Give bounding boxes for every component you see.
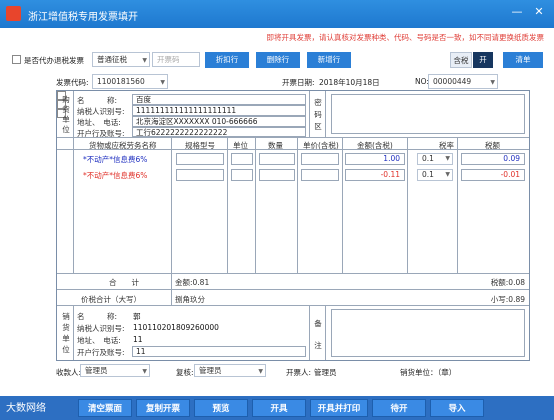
col-tax: 税额	[485, 141, 500, 150]
buyer-side-label: 购货单位	[62, 95, 70, 134]
chevron-down-icon: ▼	[445, 155, 450, 162]
notice-text: 即将开具发票，请认真核对发票种类、代码、号码是否一致，如不同请更换纸质发票	[266, 33, 545, 42]
drawer-value: 管理员	[314, 368, 337, 377]
price-field[interactable]	[301, 169, 339, 181]
spec-field[interactable]	[176, 169, 224, 181]
close-button[interactable]: ✕	[532, 5, 546, 19]
grand-total-label: 价税合计（大写）	[81, 295, 141, 304]
seller-addr-value: 11	[133, 335, 143, 344]
remark-label: 备注	[314, 319, 322, 350]
grand-total-upper: 捌角玖分	[175, 295, 205, 304]
unit-field[interactable]	[231, 153, 253, 165]
tax-rate-select[interactable]: 0.1 ▼	[417, 153, 453, 165]
clear-list-button[interactable]: 清单	[503, 52, 543, 68]
seller-side-label: 销货单位	[62, 312, 70, 354]
col-price: 单价(含税)	[303, 141, 339, 150]
minimize-button[interactable]: —	[510, 5, 524, 19]
total-label: 合 计	[109, 278, 139, 287]
date-value: 2018年10月18日	[319, 78, 380, 87]
spec-field[interactable]	[176, 153, 224, 165]
pending-button[interactable]: 待开	[372, 399, 426, 417]
code-label: 发票代码:	[56, 78, 89, 87]
seller-taxid-value: 110110201809260000	[133, 323, 219, 332]
reviewer-label: 复核:	[176, 368, 194, 377]
chevron-down-icon: ▼	[490, 79, 495, 86]
total-tax: 税额:0.08	[490, 278, 525, 287]
chevron-down-icon: ▼	[160, 79, 165, 86]
qty-field[interactable]	[259, 153, 295, 165]
item-name[interactable]: *不动产*信息费6%	[83, 154, 147, 165]
buyer-taxid-field[interactable]: 111111111111111111111	[132, 105, 306, 116]
payee-select[interactable]: 管理员 ▼	[80, 364, 150, 377]
seller-bank-label: 开户行及账号:	[77, 348, 125, 357]
chevron-down-icon: ▼	[142, 57, 147, 64]
seller-addr-label: 地址、 电话:	[77, 336, 121, 345]
tax-field[interactable]: 0.09	[461, 153, 525, 165]
qty-field[interactable]	[259, 169, 295, 181]
col-unit: 单位	[233, 141, 248, 150]
seller-name-value: 郭	[133, 312, 141, 321]
substitute-label: 是否代办退税发票	[24, 56, 84, 65]
issue-print-button[interactable]: 开具并打印	[310, 399, 368, 417]
buyer-addr-field[interactable]: 北京海淀区XXXXXXX 010-666666	[132, 116, 306, 127]
grand-total-lower: 小写:0.89	[490, 295, 525, 304]
footer-bar: 大数网络 清空票面 复制开票 预览 开具 开具并打印 待开 导入	[0, 396, 554, 420]
amount-field[interactable]: -0.11	[345, 169, 405, 181]
cipher-area	[331, 94, 525, 134]
delete-row-button[interactable]: 删除行	[256, 52, 300, 68]
buyer-bank-field[interactable]: 工行6222222222222222	[132, 127, 306, 137]
amount-field[interactable]: 1.00	[345, 153, 405, 165]
issue-button[interactable]: 开具	[252, 399, 306, 417]
buyer-name-label: 名 称:	[77, 96, 118, 105]
drawer-label: 开票人:	[286, 368, 312, 377]
invoice-form: 购货单位 名 称: 百度 纳税人识别号: 1111111111111111111…	[56, 90, 530, 361]
cipher-label: 密码区	[314, 98, 322, 131]
substitute-checkbox[interactable]	[12, 55, 21, 64]
tax-type-select[interactable]: 普通征税 ▼	[92, 52, 150, 67]
date-label: 开票日期:	[282, 78, 315, 87]
add-row-button[interactable]: 新增行	[307, 52, 351, 68]
price-field[interactable]	[301, 153, 339, 165]
invoice-code-input[interactable]: 开票码	[152, 52, 200, 67]
seller-seal: 销货单位：（章）	[400, 368, 457, 377]
seller-bank-field[interactable]: 11	[132, 346, 306, 357]
total-amount: 金额:0.81	[175, 278, 210, 287]
buyer-bank-label: 开户行及账号:	[77, 129, 125, 138]
unit-field[interactable]	[231, 169, 253, 181]
invoice-icon	[6, 6, 21, 21]
title-bar: 浙江增值税专用发票填开 — ✕	[0, 0, 554, 28]
chevron-down-icon: ▼	[445, 171, 450, 178]
chevron-down-icon: ▼	[258, 368, 263, 375]
tax-toggle[interactable]: 开	[473, 52, 493, 68]
window-title: 浙江增值税专用发票填开	[28, 12, 138, 23]
item-name[interactable]: *不动产*信息费6%	[83, 170, 147, 181]
no-label: NO:	[415, 77, 429, 86]
invoice-number-select[interactable]: 00000449 ▼	[428, 74, 498, 89]
preview-button[interactable]: 预览	[194, 399, 248, 417]
seller-taxid-label: 纳税人识别号:	[77, 324, 125, 333]
buyer-name-field[interactable]: 百度	[132, 94, 306, 105]
seller-name-label: 名 称:	[77, 312, 118, 321]
clear-form-button[interactable]: 清空票面	[78, 399, 132, 417]
col-rate: 税率	[439, 141, 454, 150]
col-amount: 金额(含税)	[357, 141, 393, 150]
col-spec: 规格型号	[185, 141, 215, 150]
tax-rate-select[interactable]: 0.1 ▼	[417, 169, 453, 181]
payee-label: 收款人:	[56, 368, 82, 377]
remark-field[interactable]	[331, 309, 525, 357]
copy-invoice-button[interactable]: 复制开票	[136, 399, 190, 417]
chevron-down-icon: ▼	[142, 368, 147, 375]
tax-incl-label[interactable]: 含税	[450, 52, 472, 68]
col-name: 货物或应税劳务名称	[89, 141, 157, 150]
buyer-addr-label: 地址、 电话:	[77, 118, 121, 127]
tax-field[interactable]: -0.01	[461, 169, 525, 181]
brand-logo: 大数网络	[6, 403, 46, 414]
buyer-taxid-label: 纳税人识别号:	[77, 107, 125, 116]
reviewer-select[interactable]: 管理员 ▼	[194, 364, 266, 377]
discount-row-button[interactable]: 折扣行	[205, 52, 249, 68]
invoice-code-select[interactable]: 1100181560 ▼	[92, 74, 168, 89]
import-button[interactable]: 导入	[430, 399, 484, 417]
col-qty: 数量	[268, 141, 283, 150]
